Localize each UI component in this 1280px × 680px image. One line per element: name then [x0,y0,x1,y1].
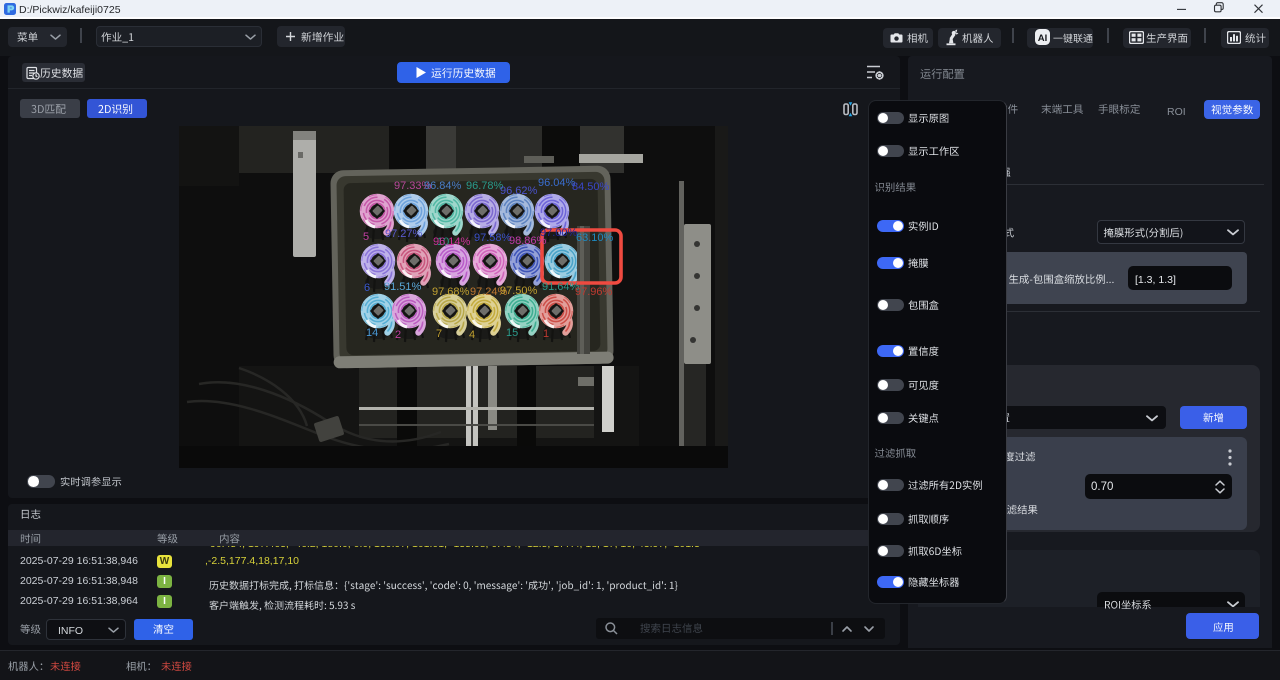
svg-text:AI: AI [1038,33,1048,44]
